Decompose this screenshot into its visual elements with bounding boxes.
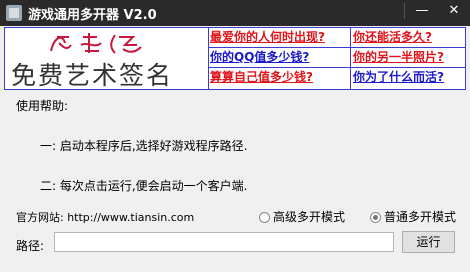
ad-link[interactable]: 你的另一半照片? bbox=[351, 48, 465, 68]
ad-link[interactable]: 算算自己值多少钱? bbox=[208, 68, 351, 89]
ad-link[interactable]: 你为了什么而活? bbox=[351, 68, 465, 89]
ad-link[interactable]: 最爱你的人何时出现? bbox=[208, 28, 351, 48]
help-step-2: 二: 每次点击运行,便会启动一个客户端. bbox=[40, 179, 248, 193]
signature-graphic bbox=[50, 33, 142, 54]
ad-link[interactable]: 你还能活多久? bbox=[351, 28, 465, 48]
radio-checked-icon bbox=[370, 212, 381, 223]
ad-links: 最爱你的人何时出现? 你还能活多久? 你的QQ值多少钱? 你的另一半照片? 算算… bbox=[208, 28, 465, 89]
official-site-text: 官方网站: http://www.tiansin.com bbox=[16, 211, 195, 224]
run-button[interactable]: 运行 bbox=[402, 231, 455, 253]
app-icon bbox=[6, 5, 22, 21]
normal-mode-radio[interactable]: 普通多开模式 bbox=[370, 208, 456, 225]
normal-mode-label: 普通多开模式 bbox=[384, 210, 457, 224]
title-bar: 游戏通用多开器 V2.0 — ✕ bbox=[0, 0, 470, 26]
window-title: 游戏通用多开器 V2.0 bbox=[28, 8, 157, 23]
art-signature-logo[interactable]: 免费艺术签名 bbox=[5, 28, 209, 90]
advanced-mode-label: 高级多开模式 bbox=[273, 210, 346, 224]
advanced-mode-radio[interactable]: 高级多开模式 bbox=[259, 208, 345, 225]
radio-unchecked-icon bbox=[259, 212, 270, 223]
title-bar-divider bbox=[404, 3, 405, 19]
minimize-button[interactable]: — bbox=[407, 0, 437, 22]
help-step-1: 一: 启动本程序后,选择好游戏程序路径. bbox=[40, 139, 248, 153]
path-input[interactable] bbox=[54, 232, 394, 252]
path-label: 路径: bbox=[16, 239, 45, 253]
ad-link[interactable]: 你的QQ值多少钱? bbox=[208, 48, 351, 68]
ad-banner: 免费艺术签名 最爱你的人何时出现? 你还能活多久? 你的QQ值多少钱? 你的另一… bbox=[4, 27, 466, 90]
help-heading: 使用帮助: bbox=[16, 99, 69, 113]
close-button[interactable]: ✕ bbox=[438, 0, 470, 22]
logo-text: 免费艺术签名 bbox=[11, 61, 174, 90]
